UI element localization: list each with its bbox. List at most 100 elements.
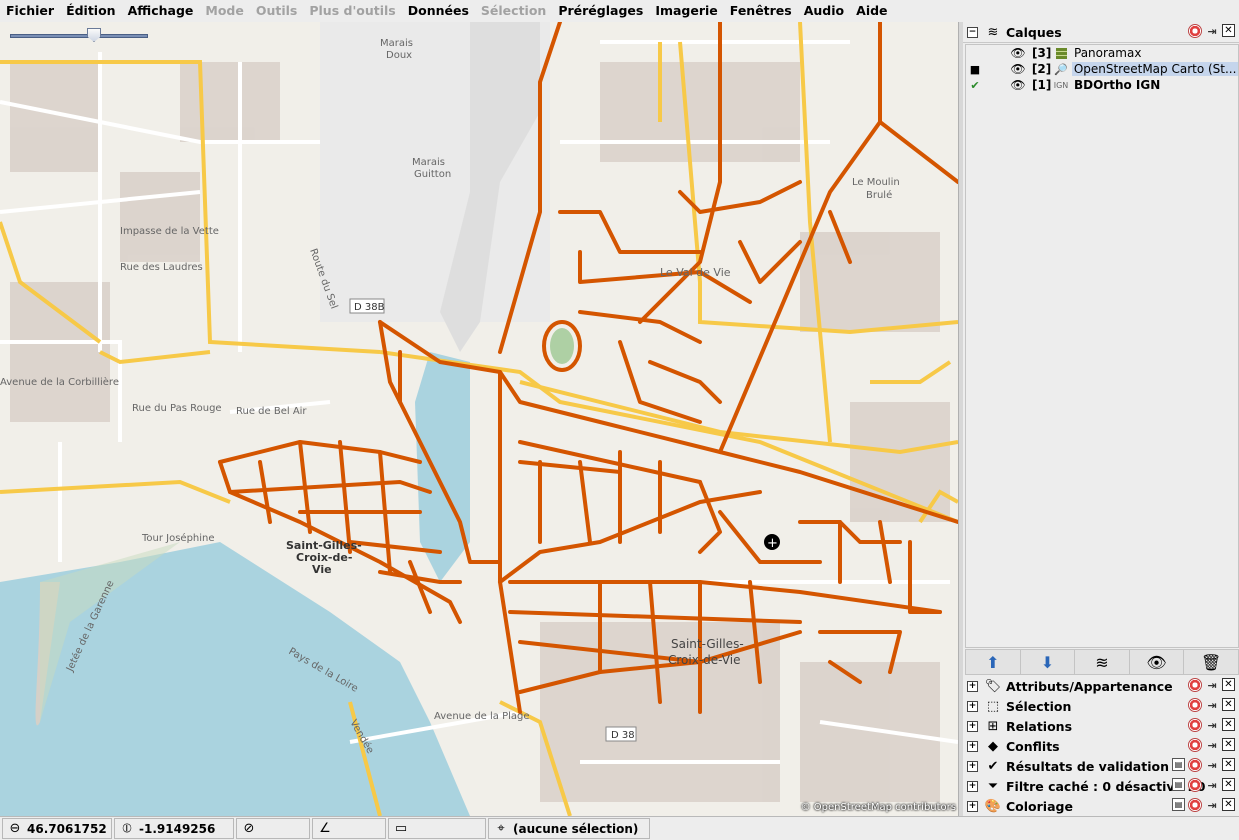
help-icon[interactable] bbox=[1188, 698, 1202, 712]
close-icon[interactable]: ✕ bbox=[1222, 778, 1235, 791]
move-down-button[interactable]: ⬇ bbox=[1021, 650, 1076, 674]
menu-10[interactable]: Fenêtres bbox=[724, 0, 798, 22]
help-icon[interactable] bbox=[1188, 798, 1202, 812]
menu-7[interactable]: Sélection bbox=[475, 0, 552, 22]
visibility-eye-icon[interactable]: 👁 bbox=[1010, 62, 1026, 76]
map-view[interactable]: D 38B D 38 + Marais Doux Marais Guitton … bbox=[0, 22, 958, 816]
help-icon[interactable] bbox=[1188, 24, 1202, 38]
menu-2[interactable]: Affichage bbox=[122, 0, 200, 22]
filter-toggle-icon[interactable]: ▤ bbox=[1172, 798, 1185, 811]
detach-icon[interactable]: ⇥ bbox=[1205, 758, 1219, 772]
help-icon[interactable] bbox=[1188, 778, 1202, 792]
expand-toggle-icon[interactable]: + bbox=[967, 720, 978, 732]
layers-icon: ≋ bbox=[987, 24, 999, 40]
detach-icon[interactable]: ⇥ bbox=[1205, 24, 1219, 38]
merge-layers-icon: ≋ bbox=[1095, 652, 1109, 672]
zoom-slider-track[interactable] bbox=[10, 34, 148, 38]
dialog-header-validation[interactable]: + ✔ Résultats de validation ▤ ⇥ ✕ bbox=[963, 756, 1239, 777]
selection-cursor-icon: ⌖ bbox=[497, 821, 505, 836]
close-icon[interactable]: ✕ bbox=[1222, 798, 1235, 811]
dialog-title: Sélection bbox=[1006, 698, 1072, 714]
move-up-icon: ⬆ bbox=[986, 652, 1000, 672]
detach-icon[interactable]: ⇥ bbox=[1205, 798, 1219, 812]
detach-icon[interactable]: ⇥ bbox=[1205, 778, 1219, 792]
expand-toggle-icon[interactable]: + bbox=[967, 740, 978, 752]
expand-toggle-icon[interactable]: + bbox=[967, 700, 978, 712]
move-down-icon: ⬇ bbox=[1040, 652, 1055, 672]
layer-index: [2] bbox=[1031, 62, 1052, 76]
menu-6[interactable]: Données bbox=[402, 0, 475, 22]
expand-toggle-icon[interactable]: + bbox=[967, 800, 978, 812]
dialog-header-palette[interactable]: + 🎨 Coloriage ▤ ⇥ ✕ bbox=[963, 796, 1239, 817]
angle-icon: ∠ bbox=[319, 821, 331, 836]
detach-icon[interactable]: ⇥ bbox=[1205, 738, 1219, 752]
dialog-header-tag[interactable]: + 🏷 Attributs/Appartenance ⇥ ✕ bbox=[963, 676, 1239, 697]
menu-12[interactable]: Aide bbox=[850, 0, 893, 22]
close-icon[interactable]: ✕ bbox=[1222, 698, 1235, 711]
dialog-header-filter[interactable]: + ⏷ Filtre caché : 0 désactivé : 0 ▤ ⇥ ✕ bbox=[963, 776, 1239, 797]
menu-1[interactable]: Édition bbox=[60, 0, 122, 22]
layer-name: BDOrtho IGN bbox=[1074, 78, 1161, 92]
menu-4[interactable]: Outils bbox=[250, 0, 304, 22]
menu-8[interactable]: Préréglages bbox=[552, 0, 649, 22]
layer-index: [1] bbox=[1032, 78, 1052, 92]
svg-text:Croix-de-Vie: Croix-de-Vie bbox=[668, 653, 740, 667]
layer-row[interactable]: 👁 [3] Panoramax bbox=[966, 45, 1238, 61]
menu-11[interactable]: Audio bbox=[798, 0, 850, 22]
dialog-header-relations[interactable]: + ⊞ Relations ⇥ ✕ bbox=[963, 716, 1239, 737]
svg-text:Le Moulin: Le Moulin bbox=[852, 177, 900, 188]
move-up-button[interactable]: ⬆ bbox=[966, 650, 1021, 674]
detach-icon[interactable]: ⇥ bbox=[1205, 718, 1219, 732]
layers-toolbar: ⬆ ⬇ ≋ 👁 🗑 bbox=[965, 649, 1239, 675]
expand-toggle-icon[interactable]: + bbox=[967, 680, 978, 692]
filter-toggle-icon[interactable]: ▤ bbox=[1172, 778, 1185, 791]
help-icon[interactable] bbox=[1188, 718, 1202, 732]
menu-5[interactable]: Plus d'outils bbox=[303, 0, 401, 22]
toggle-visibility-icon: 👁 bbox=[1146, 652, 1167, 672]
collapse-toggle-icon[interactable]: − bbox=[967, 26, 978, 38]
close-icon[interactable]: ✕ bbox=[1222, 758, 1235, 771]
longitude-icon: ⦶ bbox=[122, 821, 132, 836]
delete-layer-button[interactable]: 🗑 bbox=[1184, 650, 1238, 674]
help-icon[interactable] bbox=[1188, 678, 1202, 692]
merge-layers-button[interactable]: ≋ bbox=[1075, 650, 1130, 674]
svg-text:+: + bbox=[767, 536, 778, 551]
close-icon[interactable]: ✕ bbox=[1222, 678, 1235, 691]
menu-9[interactable]: Imagerie bbox=[649, 0, 723, 22]
layer-name: Panoramax bbox=[1074, 46, 1142, 60]
layers-list[interactable]: 👁 [3] Panoramax ■ 👁 [2] 🔎 OpenStreetMap Carto (… bbox=[965, 44, 1239, 648]
svg-text:Impasse de la Vette: Impasse de la Vette bbox=[120, 226, 219, 237]
dialog-header-conflicts[interactable]: + ◆ Conflits ⇥ ✕ bbox=[963, 736, 1239, 757]
visibility-eye-icon[interactable]: 👁 bbox=[1010, 78, 1026, 92]
zoom-slider-handle[interactable] bbox=[87, 28, 101, 42]
menu-0[interactable]: Fichier bbox=[0, 0, 60, 22]
help-icon[interactable] bbox=[1188, 738, 1202, 752]
close-icon[interactable]: ✕ bbox=[1222, 718, 1235, 731]
expand-toggle-icon[interactable]: + bbox=[967, 780, 978, 792]
dialog-header-selection[interactable]: + ⬚ Sélection ⇥ ✕ bbox=[963, 696, 1239, 717]
close-icon[interactable]: ✕ bbox=[1222, 738, 1235, 751]
map-attribution[interactable]: © OpenStreetMap contributors bbox=[801, 802, 956, 813]
toggle-visibility-button[interactable]: 👁 bbox=[1130, 650, 1185, 674]
active-layer-icon: ✔ bbox=[970, 78, 980, 92]
selection-icon: ⬚ bbox=[986, 698, 1000, 714]
help-icon[interactable] bbox=[1188, 758, 1202, 772]
delete-layer-icon: 🗑 bbox=[1201, 652, 1222, 672]
filter-toggle-icon[interactable]: ▤ bbox=[1172, 758, 1185, 771]
latitude-value: 46.7061752 bbox=[27, 821, 107, 836]
layer-row[interactable]: ✔ 👁 [1] IGN BDOrtho IGN bbox=[966, 77, 1238, 93]
layers-dialog-header[interactable]: − ≋ Calques ⇥ ✕ bbox=[963, 22, 1239, 43]
menu-3[interactable]: Mode bbox=[199, 0, 249, 22]
map-canvas[interactable]: D 38B D 38 + Marais Doux Marais Guitton … bbox=[0, 22, 958, 816]
heading-icon: ⊘ bbox=[243, 821, 255, 836]
zoom-slider[interactable] bbox=[10, 28, 148, 42]
expand-toggle-icon[interactable]: + bbox=[967, 760, 978, 772]
close-icon[interactable]: ✕ bbox=[1222, 24, 1235, 37]
svg-text:Rue du Pas Rouge: Rue du Pas Rouge bbox=[132, 403, 222, 414]
svg-text:Tour Joséphine: Tour Joséphine bbox=[141, 532, 215, 544]
grid-layer-icon bbox=[1054, 46, 1068, 60]
detach-icon[interactable]: ⇥ bbox=[1205, 698, 1219, 712]
layer-row[interactable]: ■ 👁 [2] 🔎 OpenStreetMap Carto (St... bbox=[966, 61, 1238, 77]
detach-icon[interactable]: ⇥ bbox=[1205, 678, 1219, 692]
visibility-eye-icon[interactable]: 👁 bbox=[1010, 46, 1026, 60]
